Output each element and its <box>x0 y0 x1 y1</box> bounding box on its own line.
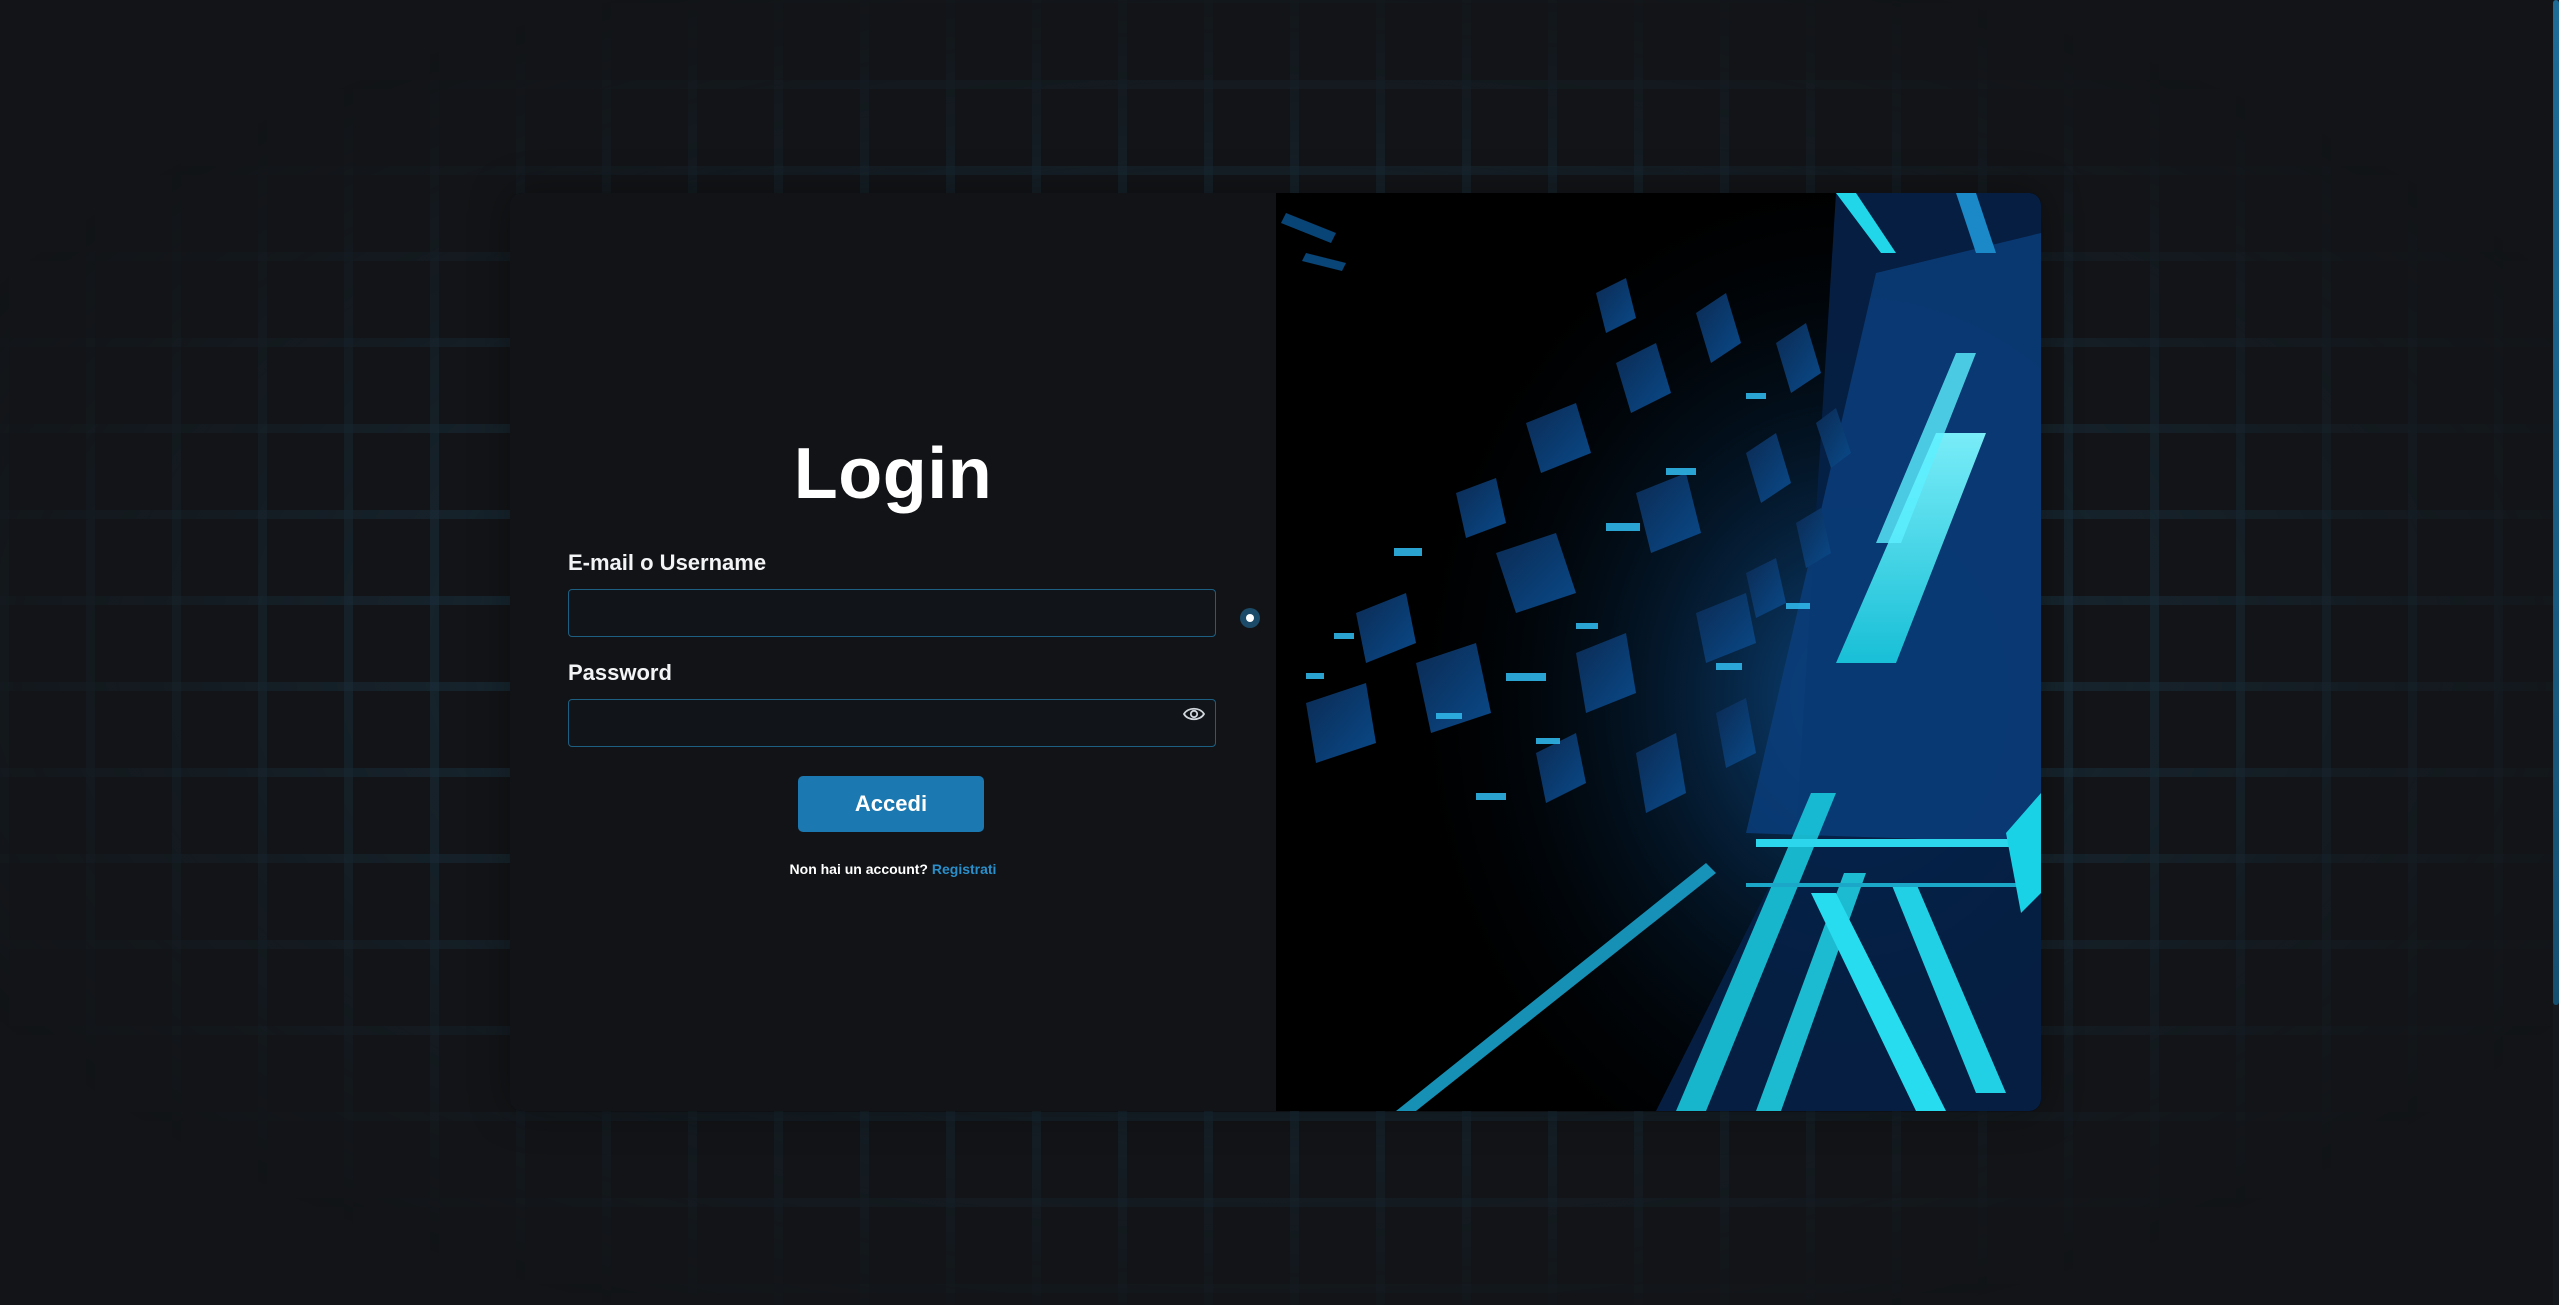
register-link[interactable]: Registrati <box>932 861 997 877</box>
email-label: E-mail o Username <box>568 550 767 575</box>
password-label: Password <box>568 660 672 685</box>
password-field[interactable] <box>568 699 1216 747</box>
neon-illustration <box>1276 193 2041 1111</box>
login-card: Login E-mail o Username Password Accedi … <box>510 193 2041 1111</box>
neon-cube-tunnel-image <box>1276 193 2041 1111</box>
login-page: Login E-mail o Username Password Accedi … <box>0 0 2559 1305</box>
login-button[interactable]: Accedi <box>798 776 984 832</box>
email-field[interactable] <box>568 589 1216 637</box>
radio-indicator[interactable] <box>1240 608 1260 628</box>
login-form-panel: Login E-mail o Username Password Accedi … <box>510 193 1276 1111</box>
page-scrollbar[interactable] <box>2553 0 2559 1305</box>
signup-prompt: Non hai un account? Registrati <box>510 861 1276 877</box>
signup-prompt-text: Non hai un account? <box>789 861 928 877</box>
page-title: Login <box>793 434 993 514</box>
eye-icon[interactable] <box>1182 705 1206 723</box>
scrollbar-thumb[interactable] <box>2553 0 2559 1005</box>
